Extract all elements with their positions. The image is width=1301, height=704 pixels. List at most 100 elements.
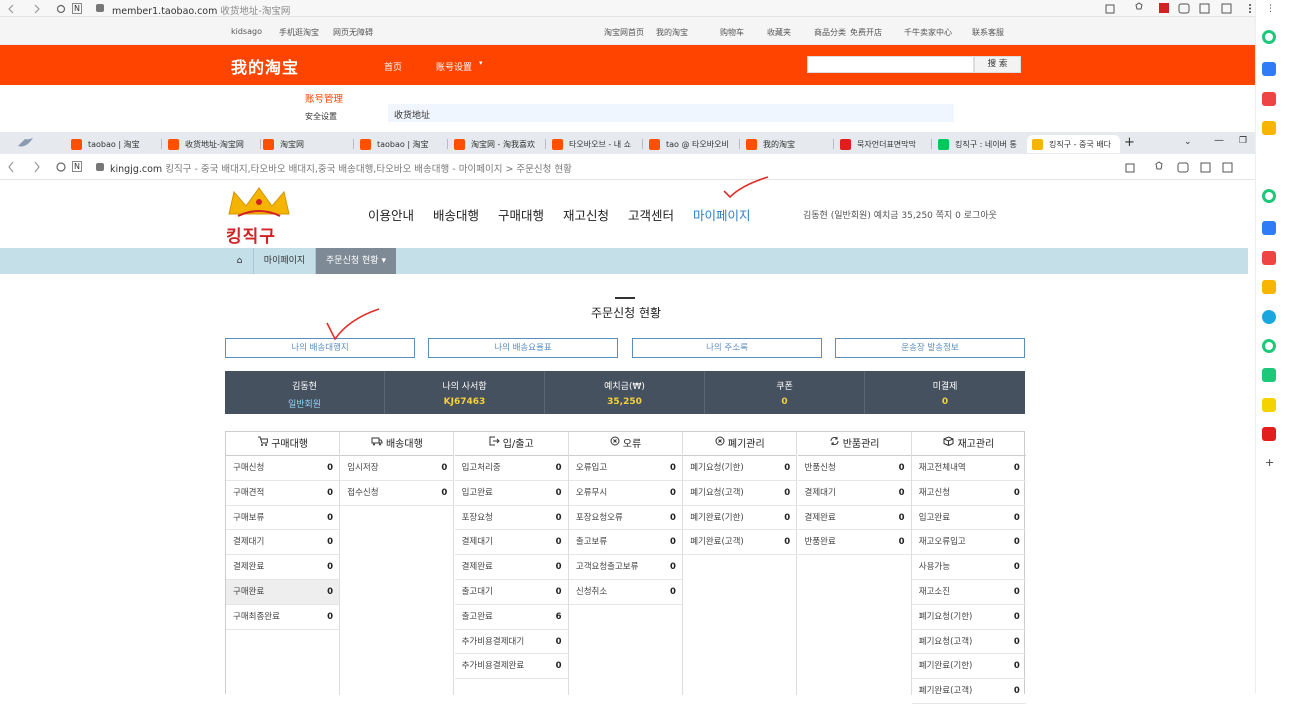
sidebar-app-icon-3[interactable] [1262,92,1276,106]
btn-waybill-info[interactable]: 운송장 발송정보 [835,338,1025,358]
crumb-order-status[interactable]: 주문신청 현황 ▾ [316,248,396,274]
status-row[interactable]: 반품신청 0 [797,456,911,481]
status-row[interactable]: 입고완료 0 [911,506,1026,531]
topnav-favorites[interactable]: 收藏夹 [767,27,791,38]
status-row[interactable]: 오류입고 0 [568,456,682,481]
status-row[interactable]: 재고소진 0 [911,580,1026,605]
status-row[interactable]: 포장요청 0 [454,506,568,531]
topnav-accessible[interactable]: 网页无障碍 [333,27,373,38]
browser-tab[interactable]: 묵자언더표면막막 [835,135,931,153]
status-row[interactable]: 구매신청 0 [226,456,339,481]
sidebar-item-security[interactable]: 安全设置 [305,111,337,122]
browser-tab[interactable]: taobao | 淘宝 [66,135,161,153]
sidebar-app-icon-2[interactable] [1262,62,1276,76]
tab-search-icon-2[interactable]: N [72,161,82,172]
status-row[interactable]: 구매보류 0 [226,506,339,531]
taobao-search-button[interactable]: 搜 索 [974,56,1021,73]
status-row[interactable]: 폐기완료(기한) 0 [911,654,1026,680]
topnav-openstore[interactable]: 免费开店 [850,27,882,38]
topnav-user[interactable]: kidsago [231,27,262,36]
crumb-mypage[interactable]: 마이페이지 [254,248,316,274]
sidebar-app-icon-7[interactable] [1262,251,1276,265]
sidebar-app-icon-5[interactable] [1262,189,1276,203]
sidebar-app-icon-1[interactable] [1262,30,1276,44]
status-row[interactable]: 사용가능 0 [911,555,1026,580]
browser-tab[interactable]: 淘宝网 [258,135,353,153]
browser-toolbar-icons[interactable] [1105,2,1255,15]
minimize-icon[interactable]: — [1214,135,1224,146]
browser-nav-icons[interactable] [8,4,68,14]
sidebar-app-icon-13[interactable] [1262,427,1276,441]
browser-tab[interactable]: 收货地址-淘宝网 [163,135,260,153]
status-row[interactable]: 임시저장 0 [340,456,454,481]
browser-tab[interactable]: tao @ 타오바오비 [644,135,739,153]
status-row[interactable]: 구매견적 0 [226,481,339,506]
status-row[interactable]: 포장요청오류 0 [568,506,682,531]
status-row[interactable]: 재고신청 0 [911,481,1026,506]
status-row[interactable]: 출고보류 0 [568,530,682,556]
nav-shipping[interactable]: 배송대행 [433,205,479,224]
status-row[interactable]: 폐기완료(고객) 0 [911,679,1026,704]
status-row[interactable]: 결제완료 0 [797,506,911,531]
taobao-nav-account[interactable]: 账号设置 [436,60,472,73]
status-row[interactable]: 결제대기 0 [226,530,339,556]
status-row[interactable]: 입고완료 0 [454,481,568,506]
topnav-mytaobao[interactable]: 我的淘宝 [656,27,688,38]
btn-my-warehouse[interactable]: 나의 배송대행지 [225,338,415,358]
btn-my-address[interactable]: 나의 주소록 [632,338,822,358]
browser-tab[interactable]: 타오바오브 - 내 쇼 [547,135,642,153]
browser-tab[interactable]: 淘宝网 - 淘我喜欢 [449,135,545,153]
status-row[interactable]: 출고완료 6 [454,605,568,630]
status-row[interactable]: 접수신청 0 [340,481,454,506]
taobao-search-input[interactable] [807,56,974,73]
new-tab-button[interactable]: + [1124,135,1135,150]
status-row[interactable]: 폐기요청(기한) 0 [911,605,1026,630]
status-row[interactable]: 폐기완료(기한) 0 [683,506,797,531]
status-row[interactable]: 재고전체내역 0 [911,456,1026,481]
browser-tab[interactable]: 我的淘宝 [741,135,833,153]
sidebar-app-icon-11[interactable] [1262,368,1276,382]
topnav-home[interactable]: 淘宝网首页 [604,27,644,38]
nav-support[interactable]: 고객센터 [628,205,674,224]
status-row[interactable]: 결제완료 0 [226,555,339,580]
browser-nav-icons-2[interactable] [8,161,68,173]
restore-icon[interactable]: ❐ [1239,136,1247,146]
home-icon[interactable]: ⌂ [226,248,254,274]
address-bar-main[interactable]: N kingjg.com 킹직구 - 중국 배대지,타오바오 배대지,중국 배송… [0,154,1280,180]
sidebar-app-icon-9[interactable] [1262,310,1276,324]
user-info[interactable]: 김동현 (일반회원) 예치금 35,250 쪽지 0 로그아웃 [803,208,997,221]
taobao-nav-home[interactable]: 首页 [384,60,402,73]
status-row[interactable]: 폐기요청(고객) 0 [911,630,1026,655]
status-row[interactable]: 추가비용결제완료 0 [454,654,568,680]
tab-list-icon[interactable]: ⌄ [1184,137,1192,147]
tab-search-icon[interactable]: N [72,3,82,14]
sidebar-add-icon[interactable]: + [1265,456,1274,469]
status-row[interactable]: 신청취소 0 [568,580,682,605]
status-row[interactable]: 출고대기 0 [454,580,568,605]
status-row[interactable]: 구매최종완료 0 [226,605,339,630]
btn-my-rates[interactable]: 나의 배송요율표 [428,338,618,358]
twitter-bird-icon[interactable] [16,136,38,150]
status-row[interactable]: 폐기완료(고객) 0 [683,530,797,556]
status-row[interactable]: 결제대기 0 [454,530,568,556]
browser-tab[interactable]: 킹직구 - 중국 배다 [1027,135,1120,153]
site-info-icon-2[interactable] [96,163,104,171]
status-row[interactable]: 재고오류입고 0 [911,530,1026,556]
sidebar-app-icon-8[interactable] [1262,280,1276,294]
nav-purchase[interactable]: 구매대행 [498,205,544,224]
site-info-icon[interactable] [96,4,104,12]
status-row[interactable]: 오류무시 0 [568,481,682,506]
topnav-service[interactable]: 联系客服 [972,27,1004,38]
sidebar-app-icon-10[interactable] [1262,339,1276,353]
sidebar-app-icon-6[interactable] [1262,221,1276,235]
topnav-mobile[interactable]: 手机逛淘宝 [279,27,319,38]
browser-tab[interactable]: 킹직구 : 네이버 통 [933,135,1027,153]
status-row[interactable]: 반품완료 0 [797,530,911,556]
sidebar-app-icon-12[interactable] [1262,398,1276,412]
status-row[interactable]: 입고처리중 0 [454,456,568,481]
status-row[interactable]: 고객요청출고보류 0 [568,555,682,580]
nav-stock[interactable]: 재고신청 [563,205,609,224]
topnav-category[interactable]: 商品分类 [814,27,846,38]
status-row[interactable]: 추가비용결제대기 0 [454,630,568,655]
nav-guide[interactable]: 이용안내 [368,205,414,224]
